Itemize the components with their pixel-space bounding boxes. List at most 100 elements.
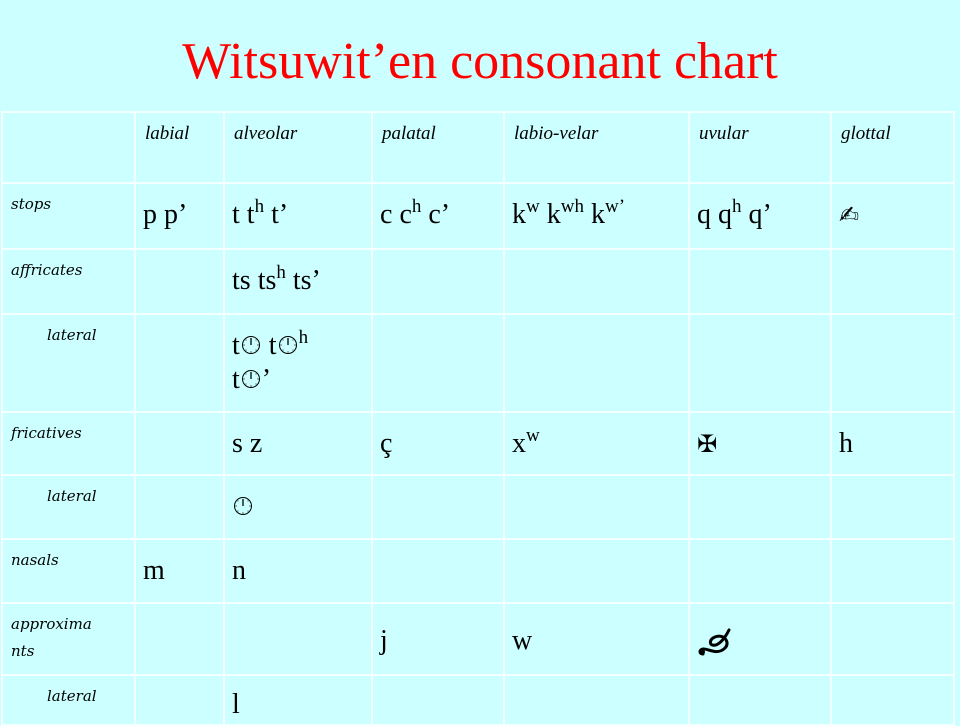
- labialization-mark: w’: [604, 196, 626, 217]
- row-label-approximants: approxima nts: [1, 602, 136, 676]
- phoneme: k: [590, 199, 605, 230]
- cell-nasals-labial: m: [134, 538, 225, 604]
- empty-cell: [503, 474, 690, 540]
- row-label-lateral-approximant: lateral: [1, 674, 136, 726]
- header-row: labial alveolar palatal labio-velar uvul…: [1, 111, 955, 184]
- phoneme: x: [512, 428, 526, 459]
- clock-icon: [241, 336, 260, 354]
- column-header-glottal: glottal: [830, 111, 955, 184]
- row-label-fricatives: fricatives: [1, 411, 136, 476]
- phoneme: q’: [748, 199, 772, 230]
- empty-cell: [830, 674, 955, 726]
- empty-cell: [830, 474, 955, 540]
- column-header-labial: labial: [134, 111, 225, 184]
- labialization-mark: w: [526, 425, 540, 446]
- cell-affricates-alveolar: ts tsh ts’: [223, 248, 373, 315]
- clock-icon: [278, 336, 297, 354]
- table-row: lateral: [1, 474, 955, 540]
- aspiration-mark: h: [254, 196, 265, 217]
- phoneme: k: [546, 199, 561, 230]
- row-label-affricates: affricates: [1, 248, 136, 315]
- cell-lateral-affricates-alveolar: t th t’: [223, 313, 373, 413]
- phoneme: t: [232, 330, 240, 361]
- row-label-nasals: nasals: [1, 538, 136, 604]
- phoneme: ts’: [292, 265, 321, 296]
- column-header-palatal: palatal: [371, 111, 505, 184]
- cell-stops-uvular: q qh q’: [688, 182, 832, 250]
- table-row: nasals m n: [1, 538, 955, 604]
- slide-title: Witsuwit’en consonant chart: [182, 33, 778, 90]
- maltese-cross-icon: ✠: [697, 430, 718, 458]
- clock-icon: [234, 497, 252, 515]
- consonant-table: labial alveolar palatal labio-velar uvul…: [1, 111, 955, 726]
- cell-stops-glottal: ✍: [830, 182, 955, 250]
- cell-fricatives-labio-velar: xw: [503, 411, 690, 476]
- empty-cell: [503, 538, 690, 604]
- label-part: nts: [11, 642, 35, 660]
- phoneme: ts: [232, 265, 251, 296]
- aspiration-mark: h: [411, 196, 422, 217]
- table-row: fricatives s z ç xw ✠ h: [1, 411, 955, 476]
- empty-cell: [503, 248, 690, 315]
- cell-approximants-labio-velar: w: [503, 602, 690, 676]
- empty-cell: [134, 313, 225, 413]
- phoneme: t: [268, 330, 277, 361]
- empty-cell: [134, 411, 225, 476]
- script-glyph-icon: [698, 628, 731, 656]
- phoneme: t’: [271, 199, 289, 230]
- phoneme: t: [232, 364, 240, 395]
- phoneme: ts: [257, 265, 277, 296]
- empty-cell: [688, 538, 832, 604]
- cell-stops-labio-velar: kw kwh kw’: [503, 182, 690, 250]
- column-header-alveolar: alveolar: [223, 111, 373, 184]
- empty-cell: [830, 602, 955, 676]
- phoneme: t: [232, 199, 240, 230]
- labialization-mark: wh: [560, 196, 584, 217]
- empty-cell: [688, 313, 832, 413]
- empty-cell: [371, 538, 505, 604]
- table-row: affricates ts tsh ts’: [1, 248, 955, 315]
- aspiration-mark: h: [298, 327, 309, 348]
- phoneme: c: [399, 199, 412, 230]
- ejective-mark: ’: [261, 364, 272, 395]
- empty-cell: [688, 474, 832, 540]
- cell-lateral-fricative-alveolar: [223, 474, 373, 540]
- cell-fricatives-alveolar: s z: [223, 411, 373, 476]
- table-row: approxima nts j w: [1, 602, 955, 676]
- clock-icon: [241, 370, 260, 388]
- cell-fricatives-palatal: ç: [371, 411, 505, 476]
- empty-cell: [503, 674, 690, 726]
- empty-cell: [223, 602, 373, 676]
- table-row: lateral t th t’: [1, 313, 955, 413]
- column-header-labio-velar: labio-velar: [503, 111, 690, 184]
- phoneme: t: [246, 199, 255, 230]
- row-label-lateral-affricates: lateral: [1, 313, 136, 413]
- row-label-stops: stops: [1, 182, 136, 250]
- cell-lateral-approximant-alveolar: l: [223, 674, 373, 726]
- empty-cell: [134, 474, 225, 540]
- empty-cell: [371, 474, 505, 540]
- cell-fricatives-uvular: ✠: [688, 411, 832, 476]
- empty-cell: [830, 248, 955, 315]
- empty-cell: [134, 248, 225, 315]
- label-part: approxima: [11, 615, 92, 633]
- empty-cell: [371, 313, 505, 413]
- phoneme: k: [512, 199, 526, 230]
- cell-fricatives-glottal: h: [830, 411, 955, 476]
- aspiration-mark: h: [732, 196, 742, 217]
- empty-cell: [371, 674, 505, 726]
- cell-stops-palatal: c ch c’: [371, 182, 505, 250]
- empty-cell: [688, 248, 832, 315]
- empty-cell: [830, 313, 955, 413]
- empty-cell: [830, 538, 955, 604]
- phoneme: c’: [428, 199, 451, 230]
- empty-cell: [134, 674, 225, 726]
- empty-cell: [503, 313, 690, 413]
- column-header-uvular: uvular: [688, 111, 832, 184]
- cell-approximants-palatal: j: [371, 602, 505, 676]
- empty-cell: [134, 602, 225, 676]
- cell-nasals-alveolar: n: [223, 538, 373, 604]
- phoneme: c: [380, 199, 393, 230]
- cell-stops-alveolar: t th t’: [223, 182, 373, 250]
- corner-cell: [1, 111, 136, 184]
